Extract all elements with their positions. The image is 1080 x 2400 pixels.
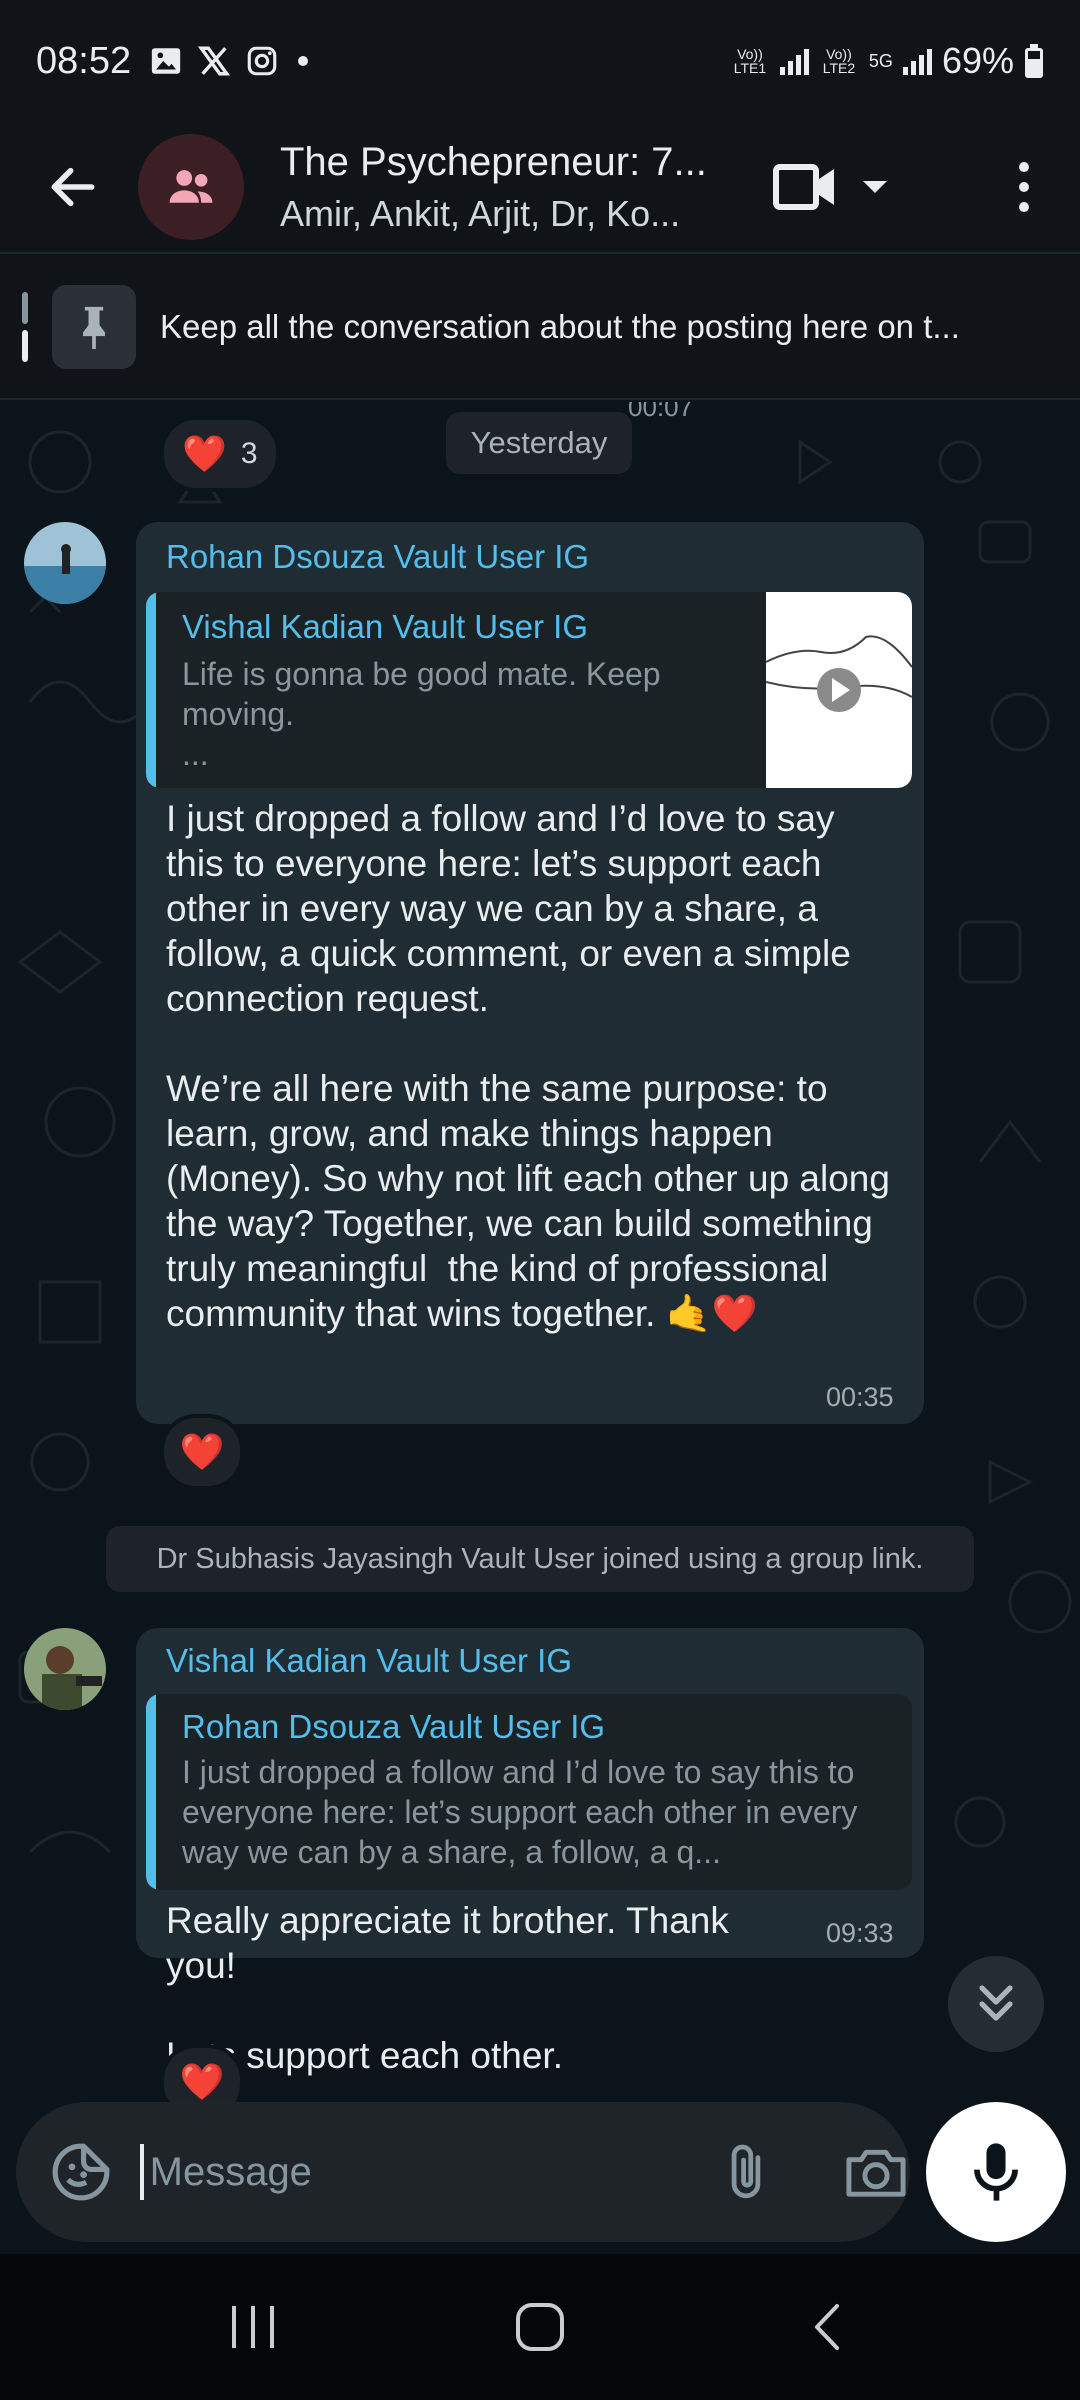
recent-apps-button[interactable] xyxy=(208,2282,298,2372)
recent-apps-icon xyxy=(232,2306,275,2348)
group-icon xyxy=(169,170,213,203)
chat-area[interactable]: 00:07 Yesterday ❤️ 3 Rohan Dsouza Vault … xyxy=(0,402,1080,2102)
home-icon xyxy=(515,2303,564,2351)
status-bar: 08:52 Vo)) LTE1 Vo)) LTE2 5G 69% xyxy=(0,0,1080,122)
message-input[interactable] xyxy=(139,2144,665,2200)
quoted-sender: Vishal Kadian Vault User IG xyxy=(182,608,588,645)
battery-icon xyxy=(1025,44,1043,78)
camera-button[interactable] xyxy=(842,2137,910,2207)
group-title: The Psychepreneur: 7... xyxy=(280,139,707,184)
back-button[interactable] xyxy=(28,142,118,232)
status-right: Vo)) LTE1 Vo)) LTE2 5G 69% xyxy=(730,40,1044,82)
sticker-button[interactable] xyxy=(46,2136,116,2208)
x-icon xyxy=(198,46,231,76)
quoted-message[interactable]: Vishal Kadian Vault User IG Life is gonn… xyxy=(146,592,912,788)
home-button[interactable] xyxy=(495,2282,585,2372)
avatar-image xyxy=(24,522,106,604)
double-chevron-down-icon xyxy=(979,1985,1013,2021)
more-options-button[interactable] xyxy=(1004,142,1044,232)
voice-message-button[interactable] xyxy=(926,2102,1066,2242)
video-camera-icon xyxy=(773,164,834,210)
notification-icons xyxy=(149,44,313,78)
back-nav-button[interactable] xyxy=(782,2282,872,2372)
message-reaction[interactable]: ❤️ xyxy=(160,1414,244,1490)
quoted-text: Life is gonna be good mate. Keep moving.… xyxy=(182,656,661,772)
sticker-icon xyxy=(52,2143,110,2201)
message-text: Really appreciate it brother. Thank you!… xyxy=(166,1900,729,2076)
pin-icon xyxy=(83,306,105,349)
chat-header: The Psychepreneur: 7... Amir, Ankit, Arj… xyxy=(0,122,1080,254)
microphone-icon xyxy=(974,2143,1018,2201)
heart-emoji: ❤️ xyxy=(179,2061,225,2102)
pin-indicator xyxy=(22,292,28,362)
quoted-sender: Rohan Dsouza Vault User IG xyxy=(182,1708,606,1745)
quoted-message[interactable]: Rohan Dsouza Vault User IG I just droppe… xyxy=(146,1694,912,1890)
attach-button[interactable] xyxy=(713,2137,781,2207)
arrow-left-icon xyxy=(51,167,95,207)
system-nav-bar xyxy=(0,2254,1080,2400)
pinned-message[interactable]: Keep all the conversation about the post… xyxy=(0,256,1080,400)
signal-1-icon xyxy=(779,47,809,75)
message-text: I just dropped a follow and I’d love to … xyxy=(166,798,890,1334)
heart-emoji: ❤️ xyxy=(182,433,227,474)
dot-icon xyxy=(298,56,309,66)
sim1-label: Vo)) LTE1 xyxy=(733,46,767,76)
pinned-text: Keep all the conversation about the post… xyxy=(160,308,960,345)
date-chip: Yesterday xyxy=(446,412,632,474)
back-chevron-icon xyxy=(814,2304,839,2350)
battery-percent: 69% xyxy=(941,40,1014,81)
avatar-image xyxy=(24,1628,106,1710)
message-input-box[interactable] xyxy=(16,2102,910,2242)
group-members: Amir, Ankit, Arjit, Dr, Ko... xyxy=(280,192,681,234)
camera-icon xyxy=(846,2149,906,2197)
message-sender: Rohan Dsouza Vault User IG xyxy=(166,538,590,575)
signal-2-icon xyxy=(902,47,932,75)
sim2-label: Vo)) LTE2 xyxy=(822,46,856,76)
quoted-text: I just dropped a follow and I’d love to … xyxy=(182,1754,858,1870)
message-time: 00:35 xyxy=(826,1382,894,1412)
reaction-count: 3 xyxy=(240,437,258,470)
message-bubble[interactable]: Vishal Kadian Vault User IG Rohan Dsouza… xyxy=(136,1628,924,2076)
avatar[interactable] xyxy=(24,1628,106,1710)
header-info[interactable]: The Psychepreneur: 7... Amir, Ankit, Arj… xyxy=(280,140,750,235)
quoted-video-thumbnail xyxy=(766,592,912,788)
avatar[interactable] xyxy=(24,522,106,604)
previous-message-time: 00:07 xyxy=(628,402,694,422)
heart-emoji: ❤️ xyxy=(179,1431,225,1472)
group-avatar[interactable] xyxy=(138,134,244,240)
message-reaction[interactable]: ❤️ xyxy=(160,2044,244,2102)
paperclip-icon xyxy=(732,2144,761,2199)
gallery-icon xyxy=(151,48,181,74)
status-time: 08:52 xyxy=(36,39,132,82)
previous-reaction[interactable]: ❤️ 3 xyxy=(160,416,280,492)
scroll-to-bottom-button[interactable] xyxy=(948,1956,1044,2052)
chevron-down-icon xyxy=(863,181,887,193)
pin-icon-box xyxy=(52,285,136,369)
message-sender: Vishal Kadian Vault User IG xyxy=(166,1642,572,1679)
network-label: 5G xyxy=(868,51,893,71)
composer xyxy=(0,2102,1080,2254)
system-message: Dr Subhasis Jayasingh Vault User joined … xyxy=(106,1526,974,1592)
message-time: 09:33 xyxy=(826,1918,894,1948)
video-call-button[interactable] xyxy=(772,157,888,217)
instagram-icon xyxy=(247,46,277,76)
message-bubble[interactable]: Rohan Dsouza Vault User IG Vishal Kadian… xyxy=(136,522,924,1424)
